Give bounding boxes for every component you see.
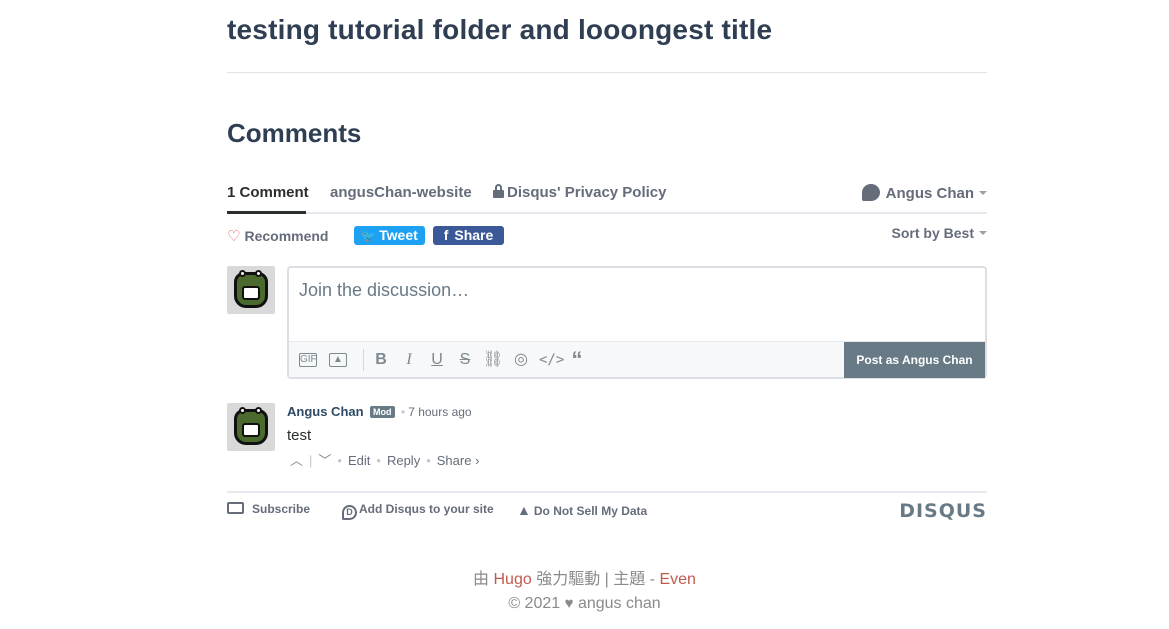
comment-input[interactable]: Join the discussion… <box>299 280 469 301</box>
comment-composer: Join the discussion… GIF ▲ B I U S ⛓ ◎ <… <box>287 266 987 379</box>
add-disqus-link[interactable]: D Add Disqus to your site <box>342 502 494 520</box>
gif-icon[interactable]: GIF <box>299 353 317 367</box>
user-menu-label: Angus Chan <box>885 185 974 202</box>
composer-toolbar: GIF ▲ B I U S ⛓ ◎ </> “ Post as Angus Ch… <box>289 341 985 378</box>
comment-author-avatar[interactable] <box>227 403 275 451</box>
downvote-icon[interactable]: ﹀ <box>318 450 331 469</box>
powered-mid: 強力驅動 | 主題 - <box>536 571 656 588</box>
share-comment-button[interactable]: Share › <box>437 453 480 468</box>
moderator-badge: Mod <box>370 406 395 418</box>
toolbar-divider <box>363 349 364 371</box>
lock-icon <box>493 184 504 198</box>
post-as-button[interactable]: Post as Angus Chan <box>844 342 985 378</box>
facebook-share-button[interactable]: f Share <box>433 226 504 245</box>
recommend-button[interactable]: ♡ Recommend <box>227 227 328 245</box>
copyright-line: © 2021 ♥ angus chan <box>0 592 1169 616</box>
spoiler-icon[interactable]: ◎ <box>511 350 531 370</box>
hugo-link[interactable]: Hugo <box>494 571 532 588</box>
chevron-down-icon <box>979 191 987 195</box>
comment-author[interactable]: Angus Chan <box>287 404 364 419</box>
disqus-logo[interactable]: DISQUS <box>899 500 987 522</box>
comments-heading: Comments <box>227 118 362 148</box>
site-footer: 由 Hugo 強力驅動 | 主題 - Even © 2021 ♥ angus c… <box>0 568 1169 616</box>
upvote-icon[interactable]: ︿ <box>290 450 303 469</box>
add-disqus-label: Add Disqus to your site <box>359 502 494 516</box>
copyright-prefix: © 2021 <box>508 595 561 612</box>
bold-icon[interactable]: B <box>371 350 391 370</box>
disqus-icon: D <box>342 505 357 520</box>
comment-actions: ︿ | ﹀ • Edit • Reply • Share › <box>287 450 479 469</box>
chevron-down-icon <box>979 231 987 235</box>
underline-icon[interactable]: U <box>427 350 447 370</box>
post-title: testing tutorial folder and looongest ti… <box>227 14 773 45</box>
subscribe-label: Subscribe <box>252 502 311 516</box>
disqus-nav: 1 Comment angusChan-website Disqus' Priv… <box>227 180 987 214</box>
share-label: Share <box>454 227 494 243</box>
do-not-sell-link[interactable]: ▲ Do Not Sell My Data <box>517 502 647 518</box>
tweet-label: Tweet <box>379 227 418 243</box>
twitter-icon: 🐦 <box>361 229 377 243</box>
quote-icon[interactable]: “ <box>567 349 587 371</box>
theme-link[interactable]: Even <box>659 571 695 588</box>
comment-timestamp[interactable]: • 7 hours ago <box>401 405 472 419</box>
current-user-avatar[interactable] <box>227 266 275 314</box>
italic-icon[interactable]: I <box>399 350 419 370</box>
active-tab-indicator <box>227 211 306 214</box>
strikethrough-icon[interactable]: S <box>455 350 475 370</box>
user-avatar-icon <box>861 184 880 201</box>
footer-divider <box>227 491 987 493</box>
title-divider <box>227 72 987 73</box>
warning-icon: ▲ <box>517 502 531 518</box>
privacy-policy-label: Disqus' Privacy Policy <box>507 184 667 201</box>
nav-divider <box>227 212 987 214</box>
edit-button[interactable]: Edit <box>348 453 370 468</box>
tab-community[interactable]: angusChan-website <box>330 184 472 201</box>
user-menu[interactable]: Angus Chan <box>861 184 987 202</box>
comment-time-label: 7 hours ago <box>408 405 472 419</box>
subscribe-link[interactable]: Subscribe <box>227 502 310 516</box>
tab-comments-count[interactable]: 1 Comment <box>227 184 309 201</box>
heart-icon: ♡ <box>227 228 241 245</box>
image-icon[interactable]: ▲ <box>329 353 347 367</box>
facebook-icon: f <box>443 227 449 243</box>
privacy-policy-link[interactable]: Disqus' Privacy Policy <box>493 184 666 201</box>
recommend-label: Recommend <box>244 228 329 244</box>
sort-label: Sort by Best <box>891 225 974 241</box>
reply-button[interactable]: Reply <box>387 453 420 468</box>
link-icon[interactable]: ⛓ <box>483 350 503 370</box>
sort-dropdown[interactable]: Sort by Best <box>892 225 987 241</box>
heart-icon: ♥ <box>564 595 574 612</box>
mail-icon <box>227 502 244 514</box>
tweet-button[interactable]: 🐦 Tweet <box>354 226 425 245</box>
do-not-sell-label: Do Not Sell My Data <box>533 504 648 518</box>
code-icon[interactable]: </> <box>539 350 564 370</box>
powered-by-line: 由 Hugo 強力驅動 | 主題 - Even <box>0 568 1169 592</box>
disqus-footer: Subscribe D Add Disqus to your site ▲ Do N… <box>227 500 987 522</box>
comment-body: test <box>287 427 312 444</box>
copyright-owner: angus chan <box>577 595 661 612</box>
powered-prefix: 由 <box>473 571 490 588</box>
thread-actions: ♡ Recommend 🐦 Tweet f Share Sort by Best <box>227 225 987 247</box>
